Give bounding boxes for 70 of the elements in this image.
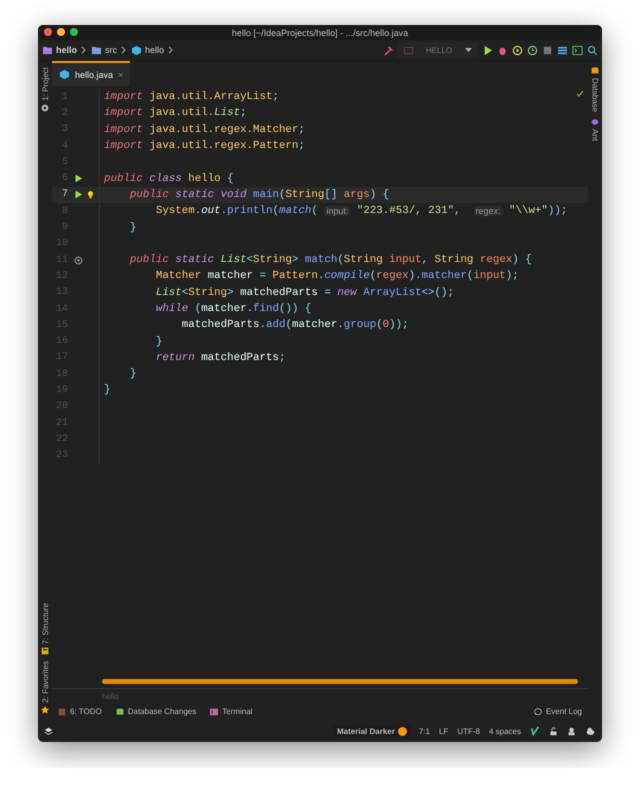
folder-icon — [91, 44, 102, 56]
window-icon — [404, 46, 413, 54]
run-icon[interactable] — [482, 44, 493, 56]
terminal-icon[interactable] — [572, 44, 583, 56]
code-line: import java.util.List; — [103, 107, 247, 120]
structure-icon — [41, 647, 49, 656]
code-line: matchedParts.add(matcher.group(0)); — [180, 319, 409, 332]
gear-icon — [41, 104, 49, 112]
status-item[interactable]: 7:1 — [418, 726, 430, 736]
cloud-icon — [585, 726, 596, 736]
hammer-icon[interactable] — [383, 44, 394, 56]
code-line: public class hello { — [103, 172, 234, 185]
check-mark-icon — [530, 726, 540, 736]
editor-tab[interactable]: hello.java × — [52, 61, 130, 86]
code-line: } — [103, 384, 110, 396]
grid-icon[interactable] — [557, 44, 568, 56]
caret-icon — [465, 48, 472, 52]
code-line: Matcher matcher = Pattern.compile(regex).matcher(input); — [154, 270, 519, 282]
window-title: hello [~/IdeaProjects/hello] - .../src/hello.java — [232, 28, 408, 38]
code-line: } — [154, 336, 162, 348]
breadcrumb-item[interactable]: src — [91, 44, 118, 56]
status-item[interactable]: LF — [438, 726, 448, 736]
breadcrumb-item[interactable]: hello — [42, 44, 78, 56]
chevron-icon — [121, 46, 128, 54]
tool-window-button[interactable]: Database Changes — [116, 707, 196, 716]
code-line: List<String> matchedParts = new ArrayList<>(); — [154, 286, 454, 299]
theme-dot — [398, 726, 407, 736]
tool-window-button[interactable]: Database — [590, 78, 600, 112]
code-line: while (matcher.find()) { — [154, 303, 312, 315]
scrollbar[interactable] — [102, 679, 578, 684]
event-log-button[interactable]: Event Log — [534, 707, 582, 716]
stop-icon[interactable] — [542, 44, 553, 56]
code-line: System.out.println(match( input: "223.#53/, 231", regex: "\\w+")); — [154, 205, 568, 218]
terminal-icon — [210, 708, 218, 716]
tool-window-button[interactable]: Ant — [590, 129, 600, 142]
tool-window-button[interactable]: 1: Project — [40, 67, 50, 101]
star-icon — [41, 706, 49, 714]
tool-window-button[interactable]: 2: Favorites — [40, 661, 50, 703]
status-item[interactable]: 4 spaces — [488, 726, 521, 736]
code-line: } — [128, 368, 136, 380]
tool-window-button[interactable]: 7: Structure — [40, 602, 50, 644]
check-icon — [576, 90, 584, 98]
todo-icon — [58, 708, 66, 716]
cube-icon — [59, 69, 70, 80]
cube-icon — [131, 44, 142, 56]
database-icon — [116, 708, 124, 716]
chevron-icon — [168, 46, 174, 54]
search-icon[interactable] — [587, 44, 598, 56]
close-icon[interactable]: × — [118, 70, 124, 80]
folder-icon — [42, 44, 53, 56]
breadcrumb-item[interactable]: hello — [131, 44, 164, 56]
database-icon — [591, 67, 599, 75]
tool-window-button[interactable]: 6: TODO — [58, 707, 102, 716]
code-line: } — [128, 222, 136, 234]
chevron-icon — [81, 46, 88, 54]
code-line: import java.util.regex.Matcher; — [103, 124, 305, 136]
speech-bubble-icon — [534, 708, 542, 716]
code-line: return matchedParts; — [154, 352, 286, 364]
theme-indicator[interactable]: Material Darker — [334, 724, 410, 738]
layers-icon — [44, 726, 53, 736]
code-line: public static List<String> match(String input, String regex) { — [128, 254, 532, 266]
code-line: public static void main(String[] args) { — [128, 188, 390, 201]
line-number: 7 — [60, 189, 68, 200]
code-line: import java.util.regex.Pattern; — [103, 140, 305, 152]
status-item[interactable]: UTF-8 — [457, 726, 480, 736]
ant-icon — [591, 118, 599, 126]
code-line: import java.util.ArrayList; — [103, 91, 279, 104]
tool-window-button[interactable]: Terminal — [210, 707, 252, 716]
tab-label: hello.java — [75, 70, 114, 80]
lock-icon — [549, 726, 558, 736]
